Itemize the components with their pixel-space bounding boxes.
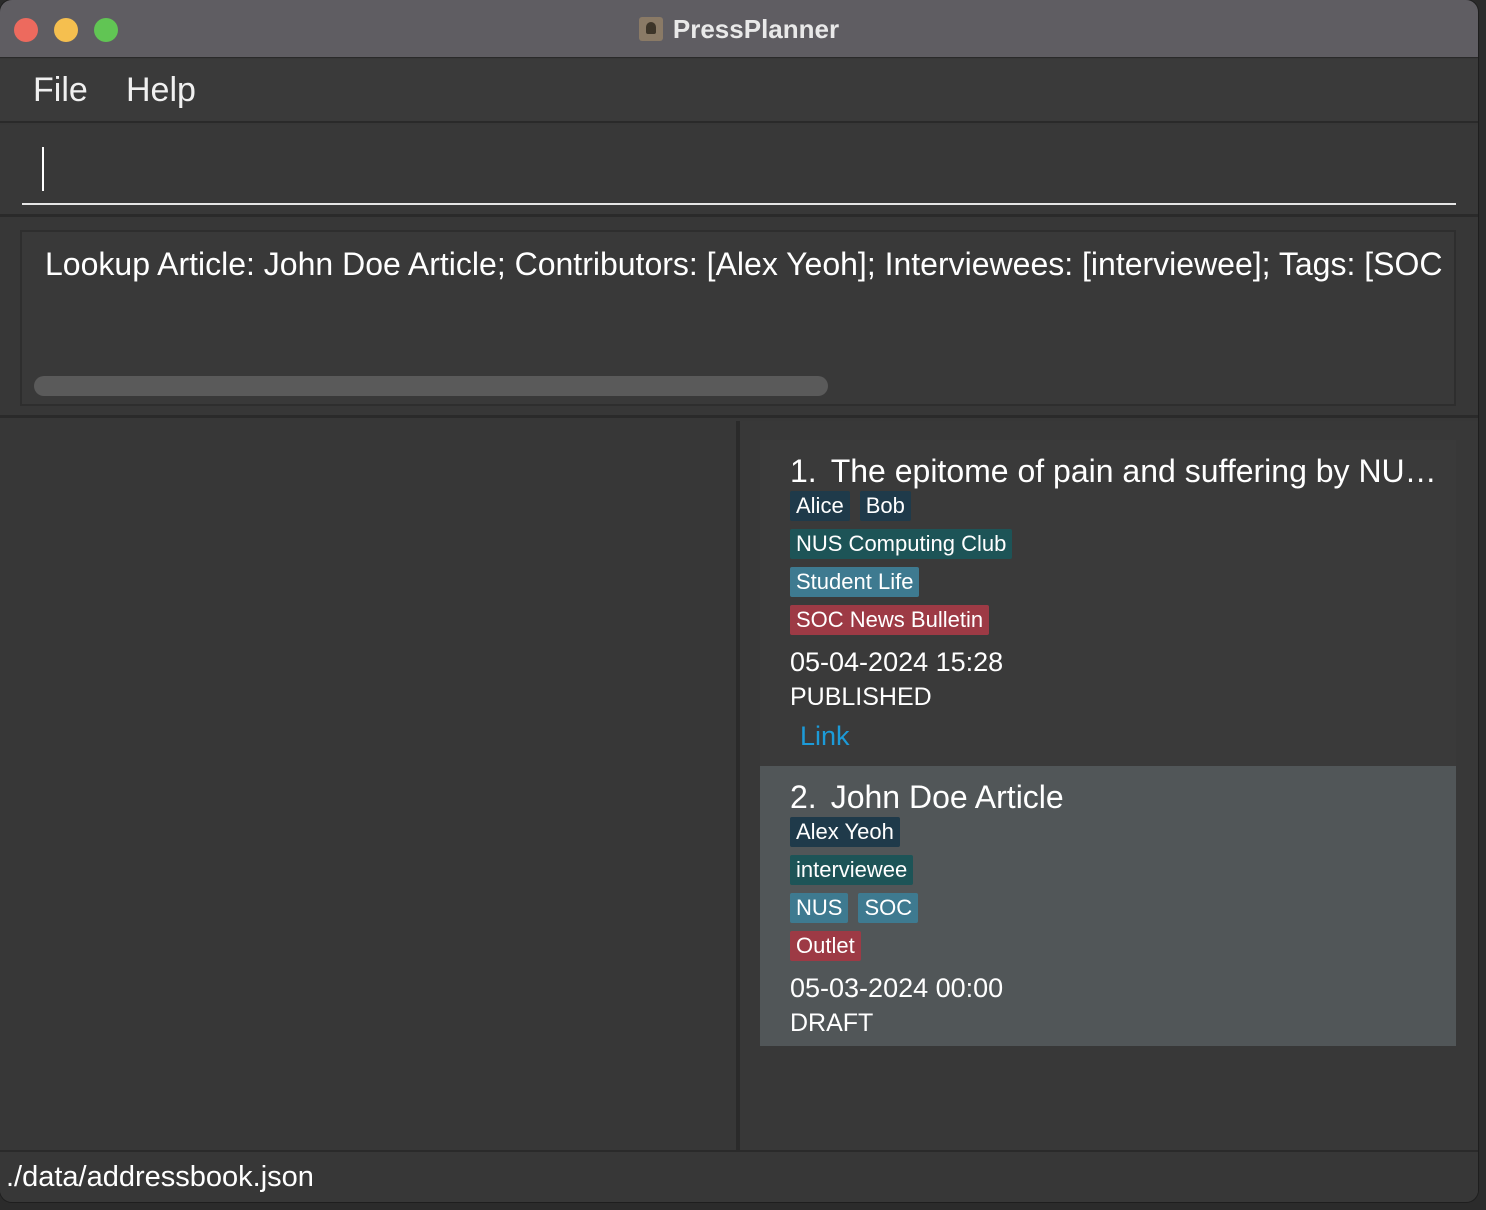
contributor-tag: Alice [790,491,850,521]
menu-file[interactable]: File [33,71,88,110]
article-title-row: 2. John Doe Article [790,778,1440,816]
article-list-panel: 1. The epitome of pain and suffering by N… [740,421,1478,1150]
article-title-row: 1. The epitome of pain and suffering by N… [790,452,1440,490]
result-text-box[interactable]: Lookup Article: John Doe Article; Contri… [20,230,1456,406]
command-input[interactable] [22,145,1456,205]
left-panel [0,421,736,1150]
article-index: 2. [790,779,817,815]
topic-tags: NUS SOC [790,892,1456,930]
command-box [0,125,1478,217]
contributor-tag: Alex Yeoh [790,817,900,847]
text-caret [42,147,44,191]
data-file-path: ./data/addressbook.json [6,1161,314,1193]
article-title: The epitome of pain and suffering by NUS… [830,453,1440,489]
article-card[interactable]: 1. The epitome of pain and suffering by N… [760,440,1456,766]
article-link[interactable]: Link [800,714,1456,758]
interviewee-tag: NUS Computing Club [790,529,1013,559]
menu-bar: File Help [0,59,1478,123]
topic-tag: NUS [790,893,849,923]
topic-tag: SOC [858,893,919,923]
interviewee-tags: interviewee [790,854,1456,892]
article-title: John Doe Article [830,779,1064,815]
article-card-selected[interactable]: 2. John Doe Article Alex Yeoh interviewee… [760,766,1456,1046]
contributor-tag: Bob [859,491,911,521]
result-display: Lookup Article: John Doe Article; Contri… [0,220,1478,418]
article-status: DRAFT [790,1009,874,1037]
outlet-tag: Outlet [790,931,861,961]
menu-help[interactable]: Help [126,71,196,110]
article-index: 1. [790,453,817,489]
outlet-tags: Outlet [790,930,1456,968]
title-bar: PressPlanner [0,0,1478,58]
app-window: PressPlanner File Help Lookup Article: J… [0,0,1478,1202]
contributor-tags: Alex Yeoh [790,816,1456,854]
interviewee-tag: interviewee [790,855,914,885]
horizontal-scrollbar[interactable] [34,376,828,396]
window-title-wrap: PressPlanner [0,14,1478,45]
outlet-tags: SOC News Bulletin [790,604,1456,642]
result-message: Lookup Article: John Doe Article; Contri… [45,246,1443,282]
article-status: PUBLISHED [790,683,932,711]
article-date: 05-04-2024 15:28 [790,647,1004,677]
outlet-tag: SOC News Bulletin [790,605,990,635]
window-title: PressPlanner [672,14,840,44]
topic-tags: Student Life [790,566,1456,604]
topic-tag: Student Life [790,567,920,597]
article-date: 05-03-2024 00:00 [790,973,1004,1003]
contributor-tags: Alice Bob [790,490,1456,528]
status-bar: ./data/addressbook.json [0,1150,1478,1202]
interviewee-tags: NUS Computing Club [790,528,1456,566]
app-icon [638,17,663,41]
